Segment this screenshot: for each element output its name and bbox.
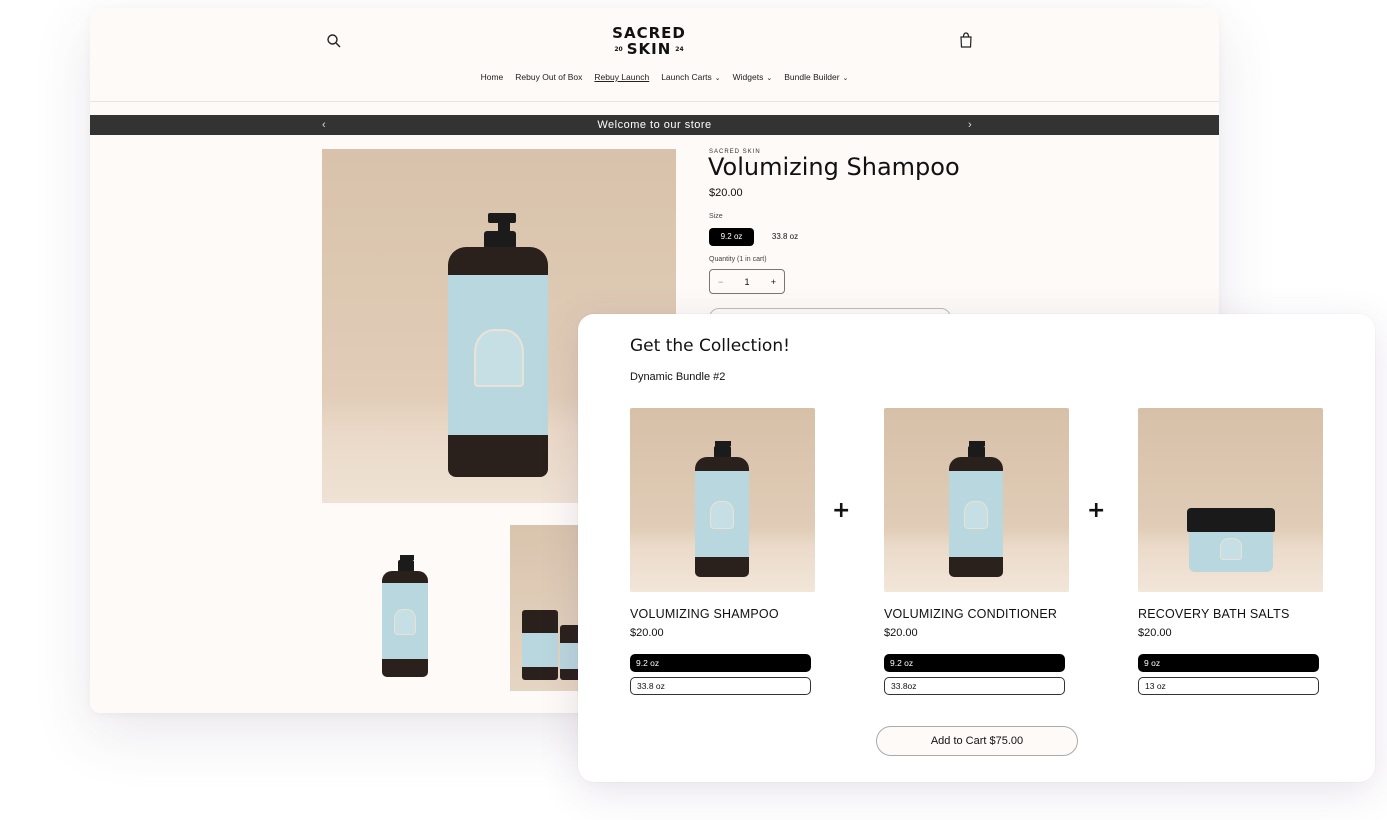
bundle-item-price: $20.00 xyxy=(884,627,918,639)
quantity-decrease-button[interactable]: − xyxy=(718,277,723,287)
jar-image xyxy=(1187,508,1275,576)
nav-item-rebuy-out-of-box[interactable]: Rebuy Out of Box xyxy=(515,72,582,82)
bundle-item-image[interactable] xyxy=(884,408,1069,592)
search-icon[interactable] xyxy=(326,33,342,49)
bundle-item-name: VOLUMIZING SHAMPOO xyxy=(630,607,779,621)
nav-label: Home xyxy=(480,72,504,82)
nav-label: Rebuy Launch xyxy=(594,72,650,82)
bundle-title: Get the Collection! xyxy=(630,336,790,356)
bundle-option[interactable]: 33.8 oz xyxy=(630,677,811,695)
announcement-text: Welcome to our store xyxy=(597,119,712,131)
bundle-item-image[interactable] xyxy=(1138,408,1323,592)
nav-item-launch-carts[interactable]: Launch Carts ⌄ xyxy=(661,72,720,82)
chevron-down-icon: ⌄ xyxy=(766,75,773,82)
bundle-option-selected[interactable]: 9 oz xyxy=(1138,654,1319,672)
bundle-modal: Get the Collection! Dynamic Bundle #2 VO… xyxy=(578,314,1375,782)
bottle-image xyxy=(382,555,428,680)
quantity-input[interactable]: 1 xyxy=(744,277,749,287)
bundle-add-to-cart-button[interactable]: Add to Cart $75.00 xyxy=(876,726,1078,756)
logo-year-right: 24 xyxy=(675,45,684,53)
bundle-item-card: VOLUMIZING CONDITIONER $20.00 9.2 oz 33.… xyxy=(884,408,1069,695)
plus-icon: + xyxy=(1087,498,1106,523)
bundle-item-name: RECOVERY BATH SALTS xyxy=(1138,607,1290,621)
bundle-option-selected[interactable]: 9.2 oz xyxy=(884,654,1065,672)
bundle-item-card: VOLUMIZING SHAMPOO $20.00 9.2 oz 33.8 oz xyxy=(630,408,815,695)
bundle-subtitle: Dynamic Bundle #2 xyxy=(630,371,726,383)
chevron-down-icon: ⌄ xyxy=(842,75,849,82)
product-thumbnail[interactable] xyxy=(322,525,492,691)
size-option-33-8oz[interactable]: 33.8 oz xyxy=(763,228,807,246)
logo-line1: SACRED xyxy=(612,24,686,42)
main-nav: Home Rebuy Out of Box Rebuy Launch Launc… xyxy=(90,72,1219,82)
bundle-item-price: $20.00 xyxy=(630,627,664,639)
cart-icon[interactable] xyxy=(958,31,974,49)
plus-icon: + xyxy=(832,498,851,523)
size-label: Size xyxy=(709,213,723,220)
nav-label: Widgets xyxy=(732,72,764,82)
bottle-image xyxy=(695,441,749,581)
bundle-option[interactable]: 13 oz xyxy=(1138,677,1319,695)
announcement-prev-button[interactable]: ‹ xyxy=(322,115,326,135)
bundle-item-image[interactable] xyxy=(630,408,815,592)
bundle-item-card: RECOVERY BATH SALTS $20.00 9 oz 13 oz xyxy=(1138,408,1323,695)
nav-label: Launch Carts xyxy=(661,72,712,82)
nav-label: Rebuy Out of Box xyxy=(515,72,583,82)
nav-label: Bundle Builder xyxy=(784,72,840,82)
bundle-item-price: $20.00 xyxy=(1138,627,1172,639)
nav-item-bundle-builder[interactable]: Bundle Builder ⌄ xyxy=(784,72,848,82)
chevron-down-icon: ⌄ xyxy=(714,75,721,82)
logo-year-left: 20 xyxy=(614,45,623,53)
nav-item-widgets[interactable]: Widgets ⌄ xyxy=(733,72,773,82)
bottle-image xyxy=(949,441,1003,581)
bundle-option[interactable]: 33.8oz xyxy=(884,677,1065,695)
bundle-item-name: VOLUMIZING CONDITIONER xyxy=(884,607,1058,621)
bottle-image xyxy=(448,213,548,483)
product-price: $20.00 xyxy=(709,187,743,199)
quantity-increase-button[interactable]: + xyxy=(771,277,776,287)
announcement-bar: ‹ Welcome to our store › xyxy=(90,115,1219,135)
announcement-next-button[interactable]: › xyxy=(968,115,972,135)
header-divider xyxy=(90,101,1219,102)
nav-item-home[interactable]: Home xyxy=(481,72,504,82)
bundle-option-selected[interactable]: 9.2 oz xyxy=(630,654,811,672)
product-title: Volumizing Shampoo xyxy=(708,153,960,181)
quantity-stepper: − 1 + xyxy=(709,269,785,294)
size-option-9-2oz[interactable]: 9.2 oz xyxy=(709,228,754,246)
store-logo[interactable]: SACRED 20 SKIN 24 xyxy=(605,26,693,74)
quantity-label: Quantity (1 in cart) xyxy=(709,256,767,263)
logo-line2: SKIN xyxy=(626,40,672,58)
nav-item-rebuy-launch[interactable]: Rebuy Launch xyxy=(594,72,649,82)
